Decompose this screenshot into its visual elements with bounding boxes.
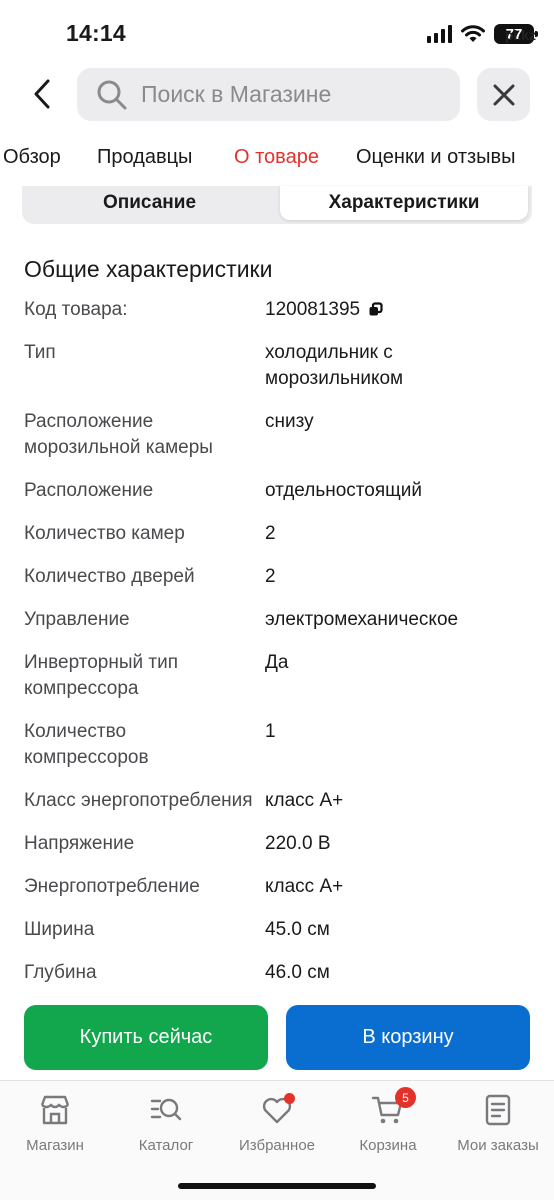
spec-value: 45.0 см [265, 919, 330, 940]
spec-value: 1 [265, 721, 276, 742]
spec-row: Энергопотребление класс А+ [0, 872, 554, 915]
spec-label: Код товара: [24, 299, 128, 320]
spec-row: Напряжение 220.0 В [0, 829, 554, 872]
tab-reviews[interactable]: Оценки и отзывы [356, 146, 516, 169]
spec-value: холодильник с морозильником [265, 342, 404, 389]
search-input[interactable] [141, 81, 431, 108]
spec-value: отдельностоящий [265, 480, 422, 501]
spec-label: Количество камер [24, 523, 185, 544]
spec-row: Количество камер 2 [0, 519, 554, 562]
spec-value: 120081395 [265, 297, 534, 323]
search-icon [97, 80, 127, 109]
nav-item-catalog[interactable]: Каталог [111, 1093, 221, 1154]
spec-row: Расположение морозильной камеры снизу [0, 407, 554, 476]
nav-item-favorites[interactable]: Избранное [222, 1093, 332, 1154]
spec-value: Да [265, 652, 289, 673]
spec-value: 2 [265, 523, 276, 544]
nav-item-orders[interactable]: Мои заказы [443, 1093, 553, 1154]
tab-overview[interactable]: Обзор [3, 146, 61, 169]
spec-row: Количество компрессоров 1 [0, 717, 554, 786]
buy-now-button[interactable]: Купить сейчас [24, 1005, 268, 1070]
watermark: pi.kz [504, 27, 536, 43]
spec-label: Расположение морозильной камеры [24, 411, 213, 458]
spec-label: Расположение [24, 480, 154, 501]
spec-label: Ширина [24, 919, 95, 940]
spec-value: снизу [265, 411, 314, 432]
store-icon [40, 1095, 70, 1125]
nav-label: Избранное [238, 1137, 316, 1154]
specs-list: Код товара: 120081395 Тип холодильник с … [0, 295, 554, 1000]
spec-value: класс А+ [265, 876, 344, 897]
product-code: 120081395 [265, 299, 361, 320]
spec-row: Ширина 45.0 см [0, 915, 554, 958]
nav-item-store[interactable]: Магазин [0, 1093, 110, 1154]
spec-row: Тип холодильник с морозильником [0, 338, 554, 407]
status-bar: 14:14 77 pi.kz [0, 0, 554, 64]
spec-value: 46.0 см [265, 962, 330, 983]
nav-label: Корзина [359, 1137, 417, 1154]
spec-value: 2 [265, 566, 276, 587]
notification-dot [284, 1093, 295, 1104]
nav-item-cart[interactable]: 5 Корзина [333, 1087, 443, 1154]
spec-row: Код товара: 120081395 [0, 295, 554, 338]
product-tabs: Обзор Продавцы О товаре Оценки и отзывы [0, 138, 554, 190]
add-to-cart-button[interactable]: В корзину [286, 1005, 530, 1070]
segment-description[interactable]: Описание [22, 186, 277, 220]
wifi-icon [461, 25, 485, 42]
copy-icon[interactable] [368, 302, 383, 317]
home-indicator [178, 1183, 376, 1189]
cellular-signal-icon [427, 25, 452, 43]
nav-label: Магазин [26, 1137, 84, 1154]
spec-label: Инверторный тип компрессора [24, 652, 179, 699]
spec-label: Количество компрессоров [24, 721, 149, 768]
close-button[interactable] [477, 68, 530, 121]
spec-value: класс А+ [265, 790, 344, 811]
back-button[interactable] [22, 74, 62, 114]
action-bar: Купить сейчас В корзину [0, 990, 554, 1080]
spec-row: Расположение отдельностоящий [0, 476, 554, 519]
spec-value: электромеханическое [265, 609, 459, 630]
tab-sellers[interactable]: Продавцы [97, 146, 192, 169]
tab-about-product[interactable]: О товаре [234, 146, 319, 169]
spec-row: Инверторный тип компрессора Да [0, 648, 554, 717]
search-header [0, 64, 554, 124]
spec-label: Класс энергопотребления [24, 790, 253, 811]
spec-label: Энергопотребление [24, 876, 200, 897]
spec-row: Класс энергопотребления класс А+ [0, 786, 554, 829]
section-title: Общие характеристики [24, 256, 273, 282]
spec-label: Тип [24, 342, 56, 363]
catalog-search-icon [150, 1098, 182, 1121]
spec-label: Напряжение [24, 833, 135, 854]
nav-label: Мои заказы [457, 1137, 539, 1154]
orders-icon [485, 1094, 511, 1126]
spec-label: Количество дверей [24, 566, 195, 587]
spec-row: Управление электромеханическое [0, 605, 554, 648]
nav-label: Каталог [138, 1137, 194, 1154]
spec-label: Глубина [24, 962, 97, 983]
chevron-left-icon [34, 79, 50, 109]
spec-label: Управление [24, 609, 130, 630]
bottom-navigation: Магазин Каталог Избранное 5 Корзина Мои … [0, 1080, 554, 1200]
cart-count-badge: 5 [395, 1087, 416, 1108]
search-box[interactable] [77, 68, 460, 121]
description-specs-switch: Описание Характеристики [22, 186, 532, 224]
spec-row: Количество дверей 2 [0, 562, 554, 605]
segment-specifications[interactable]: Характеристики [280, 186, 528, 220]
close-icon [493, 84, 514, 105]
spec-value: 220.0 В [265, 833, 331, 854]
status-time: 14:14 [66, 20, 126, 46]
